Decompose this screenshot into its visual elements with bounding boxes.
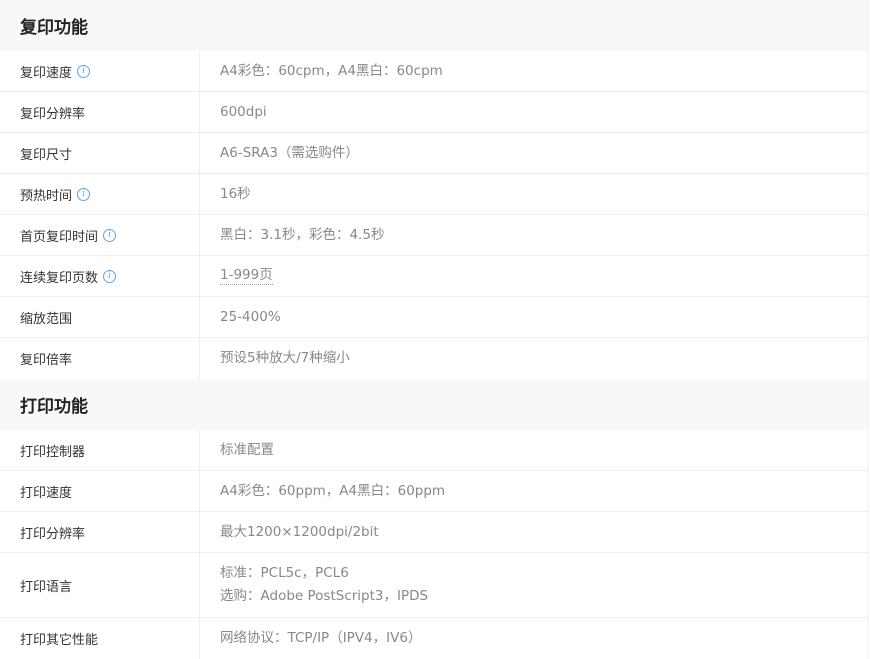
- spec-label: 复印速度: [20, 65, 73, 81]
- spec-value-line: 标准：PCL5c，PCL6: [220, 565, 349, 581]
- spec-row-copy-ratio: 复印倍率 预设5种放大/7种缩小: [0, 338, 868, 379]
- spec-label: 预热时间: [20, 188, 73, 204]
- spec-row-copy-size: 复印尺寸 A6-SRA3（需选购件）: [0, 133, 868, 174]
- spec-row-warmup-time: 预热时间 i 16秒: [0, 174, 868, 215]
- spec-row-zoom-range: 缩放范围 25-400%: [0, 297, 868, 338]
- spec-label: 首页复印时间: [20, 229, 99, 245]
- spec-value: A6-SRA3（需选购件）: [220, 144, 359, 161]
- spec-label: 连续复印页数: [20, 270, 99, 286]
- spec-label: 复印尺寸: [20, 147, 73, 163]
- spec-row-copy-speed: 复印速度 i A4彩色：60cpm，A4黑白：60cpm: [0, 51, 868, 92]
- spec-label: 打印控制器: [20, 444, 86, 460]
- spec-value: 最大1200×1200dpi/2bit: [220, 523, 379, 540]
- spec-label: 打印分辨率: [20, 526, 86, 542]
- spec-table: 复印功能 复印速度 i A4彩色：60cpm，A4黑白：60cpm 复印分辨率 …: [0, 0, 869, 659]
- spec-value: 25-400%: [220, 308, 281, 325]
- spec-label: 复印分辨率: [20, 106, 86, 122]
- spec-row-print-resolution: 打印分辨率 最大1200×1200dpi/2bit: [0, 512, 868, 553]
- spec-value-line: 选购：Adobe PostScript3，IPDS: [220, 588, 429, 604]
- spec-row-first-copy-time: 首页复印时间 i 黑白：3.1秒，彩色：4.5秒: [0, 215, 868, 256]
- spec-value: 标准配置: [220, 441, 274, 458]
- section-title-print: 打印功能: [0, 379, 868, 430]
- info-icon[interactable]: i: [77, 187, 91, 201]
- spec-label: 打印语言: [20, 579, 73, 595]
- spec-value: 黑白：3.1秒，彩色：4.5秒: [220, 226, 385, 243]
- spec-value: 16秒: [220, 185, 251, 202]
- spec-label: 缩放范围: [20, 311, 73, 327]
- spec-label: 打印其它性能: [20, 633, 99, 648]
- spec-label: 复印倍率: [20, 353, 73, 368]
- spec-value: A4彩色：60ppm，A4黑白：60ppm: [220, 482, 446, 499]
- spec-row-print-speed: 打印速度 A4彩色：60ppm，A4黑白：60ppm: [0, 471, 868, 512]
- info-icon[interactable]: i: [103, 269, 117, 283]
- section-title-copy: 复印功能: [0, 0, 868, 51]
- spec-label: 打印速度: [20, 485, 73, 501]
- info-icon[interactable]: i: [103, 228, 117, 242]
- spec-row-copy-resolution: 复印分辨率 600dpi: [0, 92, 868, 133]
- spec-value: 600dpi: [220, 103, 267, 120]
- spec-value: 预设5种放大/7种缩小: [220, 350, 350, 366]
- spec-row-print-other: 打印其它性能 网络协议：TCP/IP（IPV4，IV6）: [0, 618, 868, 659]
- info-icon[interactable]: i: [77, 64, 91, 78]
- spec-value-link[interactable]: 1-999页: [220, 267, 273, 285]
- spec-row-print-language: 打印语言 标准：PCL5c，PCL6 选购：Adobe PostScript3，…: [0, 553, 868, 618]
- spec-row-print-controller: 打印控制器 标准配置: [0, 430, 868, 471]
- spec-value: 网络协议：TCP/IP（IPV4，IV6）: [220, 630, 422, 646]
- spec-row-continuous-copy: 连续复印页数 i 1-999页: [0, 256, 868, 297]
- spec-value: A4彩色：60cpm，A4黑白：60cpm: [220, 62, 443, 79]
